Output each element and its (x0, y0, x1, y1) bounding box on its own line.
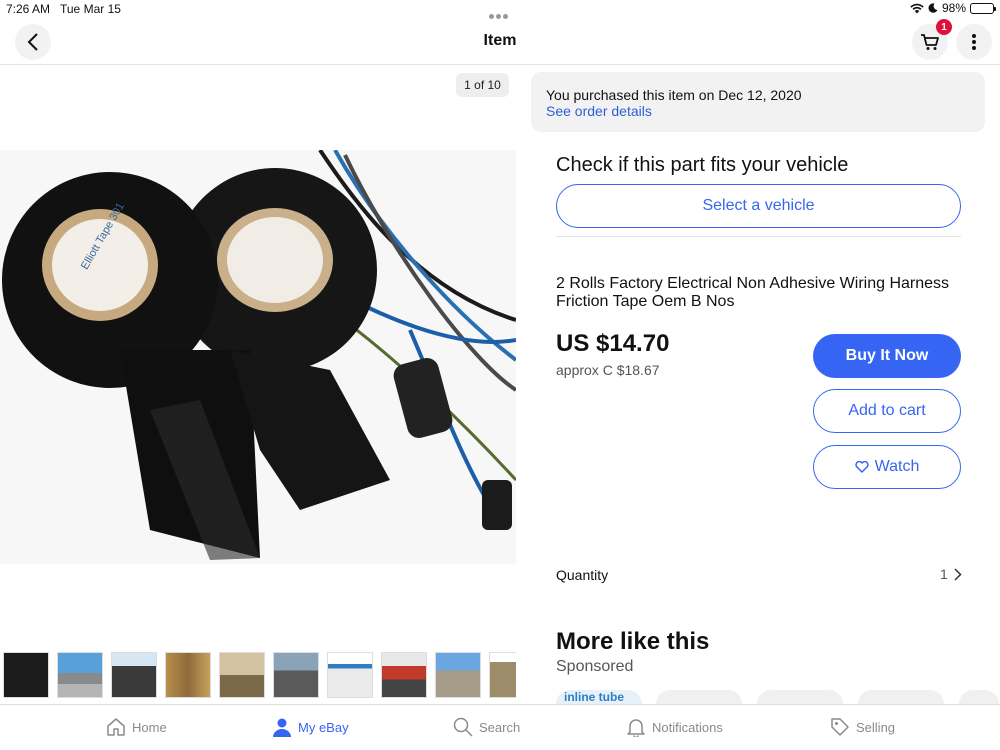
buy-it-now-button[interactable]: Buy It Now (813, 334, 961, 378)
multitask-dots[interactable] (489, 8, 511, 19)
status-date: Tue Mar 15 (60, 2, 121, 16)
wifi-icon (910, 3, 924, 13)
thumbnail[interactable] (273, 652, 319, 698)
more-options-button[interactable] (956, 24, 992, 60)
image-counter: 1 of 10 (456, 73, 509, 97)
person-icon (273, 718, 291, 737)
add-to-cart-button[interactable]: Add to cart (813, 389, 961, 433)
top-navigation: Item 1 (0, 19, 1000, 65)
purchase-notice: You purchased this item on Dec 12, 2020 … (531, 72, 985, 132)
search-icon (453, 717, 473, 737)
more-like-this-heading: More like this (556, 628, 710, 655)
sponsored-card[interactable] (656, 690, 742, 704)
divider (556, 236, 961, 237)
battery-icon (970, 2, 996, 14)
thumbnail[interactable] (435, 652, 481, 698)
tab-notifications-label: Notifications (652, 719, 723, 735)
watch-button[interactable]: Watch (813, 445, 961, 489)
tab-my-ebay[interactable]: My eBay (272, 717, 349, 737)
status-right: 98% (910, 1, 996, 15)
tab-notifications[interactable]: Notifications (626, 717, 723, 737)
tab-home-label: Home (132, 719, 167, 735)
sponsored-label: Sponsored (556, 658, 634, 675)
thumbnail[interactable] (219, 652, 265, 698)
thumbnail-strip (0, 652, 516, 702)
thumbnail[interactable] (57, 652, 103, 698)
see-order-details-link[interactable]: See order details (546, 103, 970, 119)
cart-badge: 1 (936, 19, 952, 35)
thumbnail[interactable] (489, 652, 516, 698)
thumbnail[interactable] (111, 652, 157, 698)
item-title: 2 Rolls Factory Electrical Non Adhesive … (556, 275, 950, 310)
thumbnail[interactable] (165, 652, 211, 698)
bottom-tab-bar: Home My eBay Search Notifications Sellin… (0, 704, 1000, 750)
battery-percent: 98% (941, 1, 966, 15)
chevron-right-icon (954, 567, 962, 581)
purchase-message: You purchased this item on Dec 12, 2020 (546, 87, 802, 103)
sponsored-card[interactable] (858, 690, 944, 704)
inline-tube-logo: inline tube (564, 690, 624, 704)
item-price: US $14.70 (556, 330, 670, 357)
page-title: Item (483, 32, 517, 49)
fitment-heading: Check if this part fits your vehicle (556, 154, 849, 176)
kebab-menu-icon (972, 34, 976, 50)
approx-price: approx C $18.67 (556, 362, 660, 378)
sponsored-carousel: inline tube (556, 690, 1000, 704)
status-time: 7:26 AM (6, 2, 51, 16)
sponsored-card[interactable]: inline tube (556, 690, 642, 704)
quantity-label: Quantity (556, 567, 609, 583)
tag-icon (831, 718, 849, 736)
bell-icon (627, 719, 645, 737)
home-icon (107, 718, 125, 736)
quantity-selector[interactable]: 1 (940, 566, 962, 582)
quantity-value: 1 (940, 566, 948, 582)
tab-search[interactable]: Search (453, 717, 520, 737)
cart-icon (921, 34, 939, 50)
moon-icon (928, 3, 938, 13)
select-vehicle-button[interactable]: Select a vehicle (556, 184, 961, 228)
tab-search-label: Search (479, 719, 521, 735)
heart-icon (854, 461, 869, 473)
cart-button[interactable]: 1 (912, 19, 952, 60)
tab-selling-label: Selling (856, 719, 896, 735)
electrical-tape-image: Elliott Tape 301 (0, 150, 516, 564)
product-image[interactable]: Elliott Tape 301 (0, 150, 516, 564)
sponsored-card[interactable] (959, 690, 999, 704)
tab-selling[interactable]: Selling (830, 717, 895, 737)
tab-my-ebay-label: My eBay (298, 719, 349, 735)
thumbnail[interactable] (327, 652, 373, 698)
thumbnail[interactable] (3, 652, 49, 698)
tab-home[interactable]: Home (106, 717, 167, 737)
thumbnail[interactable] (381, 652, 427, 698)
status-bar: 7:26 AM Tue Mar 15 98% (0, 0, 1000, 20)
watch-label: Watch (874, 458, 920, 475)
sponsored-card[interactable] (757, 690, 843, 704)
